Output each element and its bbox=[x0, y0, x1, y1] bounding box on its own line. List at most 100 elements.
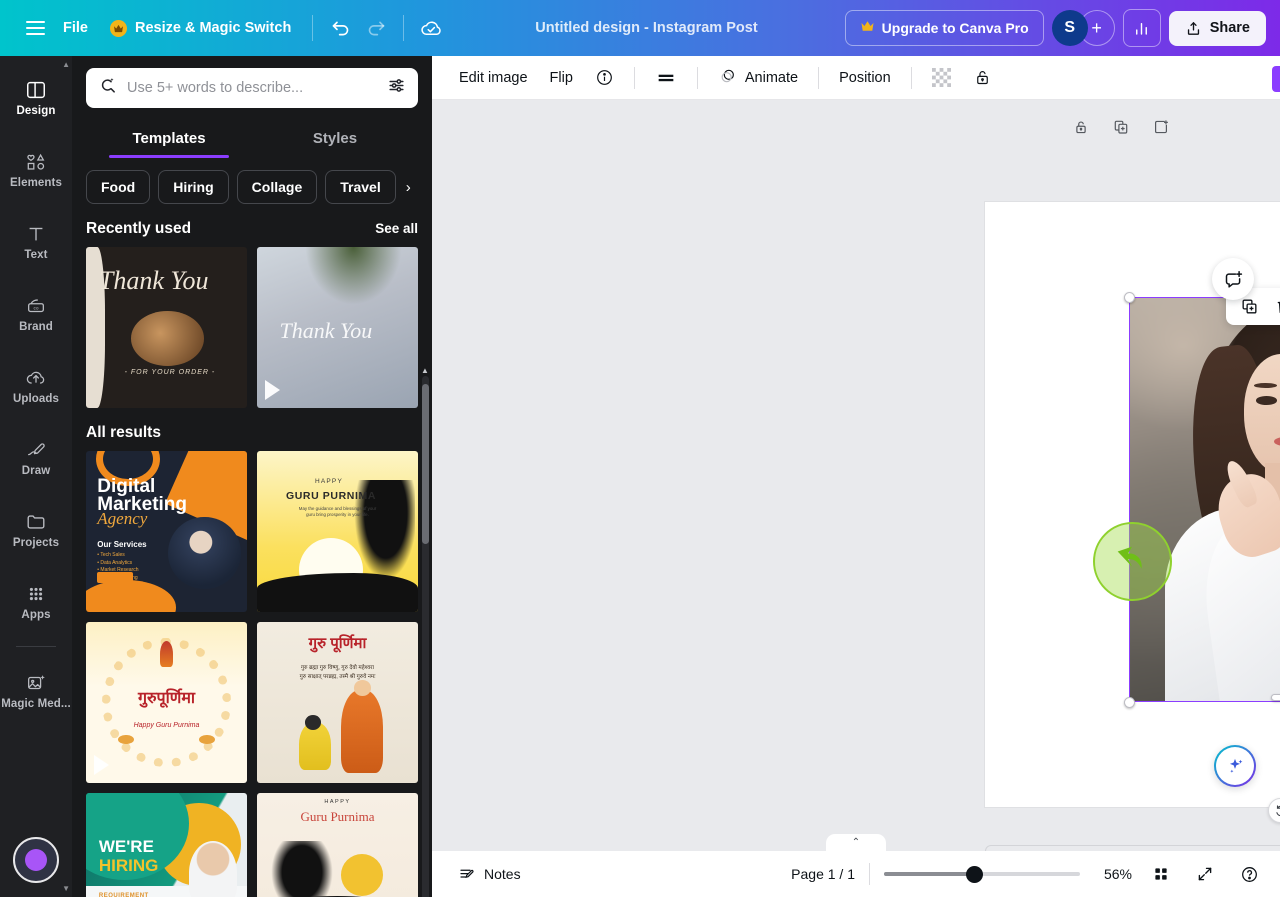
sidebar-item-uploads[interactable]: Uploads bbox=[0, 350, 72, 422]
magic-search-icon bbox=[98, 76, 117, 100]
redo-button[interactable] bbox=[359, 11, 393, 45]
thumb-eyebrow: HAPPY bbox=[324, 799, 351, 806]
position-button[interactable]: Position bbox=[828, 63, 902, 93]
play-icon bbox=[94, 755, 109, 775]
chip-food[interactable]: Food bbox=[86, 170, 151, 204]
edit-image-button[interactable]: Edit image bbox=[448, 63, 539, 93]
resize-handle-top-left[interactable] bbox=[1123, 291, 1135, 303]
chip-hiring[interactable]: Hiring bbox=[158, 170, 229, 204]
scrollbar-thumb[interactable] bbox=[422, 384, 429, 544]
resize-magic-switch-button[interactable]: Resize & Magic Switch bbox=[99, 13, 302, 44]
see-all-link[interactable]: See all bbox=[375, 221, 418, 236]
expand-pages-tab[interactable]: ⌃ bbox=[826, 834, 886, 851]
toolbar-divider bbox=[910, 66, 912, 89]
thumb-circle-photo bbox=[131, 311, 204, 367]
sidebar-item-draw[interactable]: Draw bbox=[0, 422, 72, 494]
upgrade-label: Upgrade to Canva Pro bbox=[881, 20, 1029, 36]
undo-button[interactable] bbox=[323, 11, 357, 45]
grid-view-button[interactable] bbox=[1146, 859, 1176, 889]
sidebar-item-label: Draw bbox=[21, 464, 51, 477]
template-thumbnail[interactable]: Thank You - FOR YOUR ORDER - bbox=[86, 247, 247, 408]
search-input[interactable] bbox=[127, 80, 377, 96]
flip-button[interactable]: Flip bbox=[539, 63, 584, 93]
template-thumbnail[interactable]: गुरुपूर्णिमा Happy Guru Purnima bbox=[86, 622, 247, 783]
duplicate-page-button[interactable] bbox=[1106, 112, 1136, 142]
animate-circles-icon bbox=[718, 66, 738, 90]
animate-label: Animate bbox=[744, 69, 799, 86]
template-thumbnail[interactable]: Digital Marketing Agency Our Services • T… bbox=[86, 451, 247, 612]
document-title[interactable]: Untitled design - Instagram Post bbox=[523, 14, 769, 42]
template-thumbnail[interactable]: HAPPY Guru Purnima Guru is the ray of ho… bbox=[257, 793, 418, 897]
lock-icon bbox=[976, 71, 988, 85]
cloud-check-icon bbox=[421, 21, 441, 35]
file-menu-button[interactable]: File bbox=[52, 13, 99, 43]
avatar[interactable]: S bbox=[1051, 10, 1088, 46]
selected-image-element[interactable]: news1 bbox=[1129, 297, 1280, 702]
search-box[interactable] bbox=[86, 68, 418, 108]
thumb-diya bbox=[198, 734, 215, 745]
add-page-button[interactable] bbox=[1146, 112, 1176, 142]
sidebar-item-apps[interactable]: Apps bbox=[0, 566, 72, 638]
page-lock-button[interactable] bbox=[1066, 112, 1096, 142]
notes-label: Notes bbox=[484, 866, 521, 882]
zoom-knob[interactable] bbox=[966, 865, 984, 883]
toolbar-accent-pill bbox=[1272, 66, 1280, 92]
chevron-right-icon[interactable]: › bbox=[404, 179, 411, 196]
sidebar-item-magic-media[interactable]: Magic Med... bbox=[0, 655, 72, 727]
rail-scroll-down-arrow[interactable]: ▼ bbox=[62, 884, 70, 893]
zoom-percentage[interactable]: 56% bbox=[1094, 866, 1132, 882]
recording-indicator-button[interactable] bbox=[13, 837, 59, 883]
folder-icon bbox=[25, 511, 47, 533]
rotate-handle[interactable] bbox=[1268, 798, 1280, 823]
lock-button[interactable] bbox=[962, 61, 1003, 94]
transparency-checkerboard-button[interactable] bbox=[921, 61, 962, 94]
sliders-icon[interactable] bbox=[387, 76, 406, 100]
tab-styles[interactable]: Styles bbox=[252, 120, 418, 158]
thumb-sun bbox=[340, 854, 383, 897]
chip-collage[interactable]: Collage bbox=[236, 170, 318, 204]
hamburger-menu-button[interactable] bbox=[18, 11, 52, 45]
template-thumbnail[interactable]: Thank You bbox=[257, 247, 418, 408]
tab-templates[interactable]: Templates bbox=[86, 120, 252, 158]
panel-scrollbar[interactable]: ▲ ▼ bbox=[421, 366, 429, 897]
share-button[interactable]: Share bbox=[1168, 10, 1266, 46]
template-thumbnail[interactable]: WE'RE HIRING REQUIREMENT bbox=[86, 793, 247, 897]
delete-element-button[interactable] bbox=[1269, 293, 1280, 321]
toolbar-divider bbox=[818, 66, 820, 89]
notes-button[interactable]: Notes bbox=[448, 858, 531, 890]
all-results-grid: Digital Marketing Agency Our Services • T… bbox=[86, 451, 418, 897]
sidebar-item-elements[interactable]: Elements bbox=[0, 134, 72, 206]
sidebar-item-label: Uploads bbox=[12, 392, 60, 405]
sidebar-item-projects[interactable]: Projects bbox=[0, 494, 72, 566]
scroll-up-arrow[interactable]: ▲ bbox=[421, 366, 429, 375]
fullscreen-button[interactable] bbox=[1190, 859, 1220, 889]
status-divider bbox=[869, 863, 870, 885]
thumb-subtitle: REQUIREMENT bbox=[98, 893, 149, 897]
help-button[interactable] bbox=[1234, 859, 1264, 889]
zoom-slider[interactable] bbox=[884, 865, 1080, 883]
chip-travel[interactable]: Travel bbox=[325, 170, 396, 204]
magic-media-icon bbox=[25, 672, 47, 694]
resize-handle-bottom-left[interactable] bbox=[1123, 696, 1135, 708]
resize-handle-bottom-center[interactable] bbox=[1271, 693, 1280, 701]
sidebar-item-design[interactable]: Design bbox=[0, 62, 72, 134]
sidebar-item-text[interactable]: Text bbox=[0, 206, 72, 278]
sidebar-item-brand[interactable]: co Brand bbox=[0, 278, 72, 350]
cloud-saved-button[interactable] bbox=[414, 11, 448, 45]
add-comment-button[interactable] bbox=[1212, 258, 1254, 300]
grid-dots-icon bbox=[25, 583, 47, 605]
info-button[interactable] bbox=[584, 61, 625, 94]
upgrade-to-canva-pro-button[interactable]: Upgrade to Canva Pro bbox=[844, 10, 1044, 46]
canvas-area[interactable]: news1 bbox=[432, 100, 1280, 851]
insights-button[interactable] bbox=[1122, 9, 1161, 47]
template-thumbnail[interactable]: गुरु पूर्णिमा गुरु ब्रह्मा गुरु विष्णु, … bbox=[257, 622, 418, 783]
transparency-button[interactable] bbox=[644, 60, 688, 96]
panel-collapse-button[interactable]: ‹ bbox=[431, 440, 432, 513]
template-thumbnail[interactable]: HAPPY GURU PURNIMA May the guidance and … bbox=[257, 451, 418, 612]
sidebar-item-label: Projects bbox=[12, 536, 60, 549]
photo-eyebrow bbox=[1254, 382, 1277, 388]
magic-assistant-button[interactable] bbox=[1214, 745, 1256, 787]
animate-button[interactable]: Animate bbox=[707, 59, 809, 97]
all-results-header: All results bbox=[86, 424, 418, 442]
chevron-up-icon: ⌃ bbox=[851, 837, 861, 848]
